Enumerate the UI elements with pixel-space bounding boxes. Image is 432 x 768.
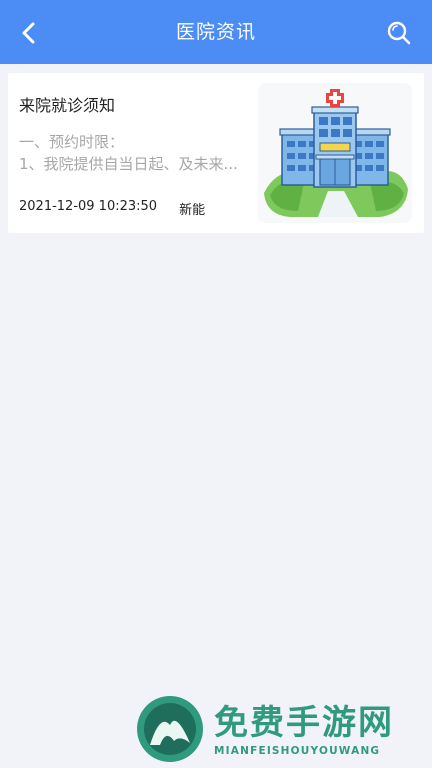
news-card[interactable]: 来院就诊须知 一、预约时限： 1、我院提供自当日起、及未来... 2021-12…	[8, 73, 424, 233]
news-author: 新能	[179, 203, 206, 218]
hospital-illustration	[264, 89, 408, 217]
watermark-subtitle: MIANFEISHOUYOUWANG	[214, 745, 381, 757]
news-summary-line: 一、预约时限：	[19, 133, 125, 151]
news-summary: 一、预约时限： 1、我院提供自当日起、及未来...	[19, 131, 254, 175]
news-title: 来院就诊须知	[19, 96, 116, 115]
watermark-title: 免费手游网	[214, 703, 394, 743]
news-thumbnail	[258, 83, 412, 223]
watermark-logo-icon	[137, 696, 203, 762]
watermark: 免费手游网 MIANFEISHOUYOUWANG	[136, 695, 426, 765]
news-summary-line: 1、我院提供自当日起、及未来...	[19, 155, 238, 173]
search-icon	[387, 21, 411, 45]
page-title: 医院资讯	[175, 21, 256, 43]
app-bar: 医院资讯	[0, 0, 432, 64]
search-button[interactable]	[384, 18, 414, 48]
news-datetime: 2021-12-09 10:23:50	[19, 199, 158, 214]
news-meta: 2021-12-09 10:23:50 新能	[19, 199, 205, 218]
